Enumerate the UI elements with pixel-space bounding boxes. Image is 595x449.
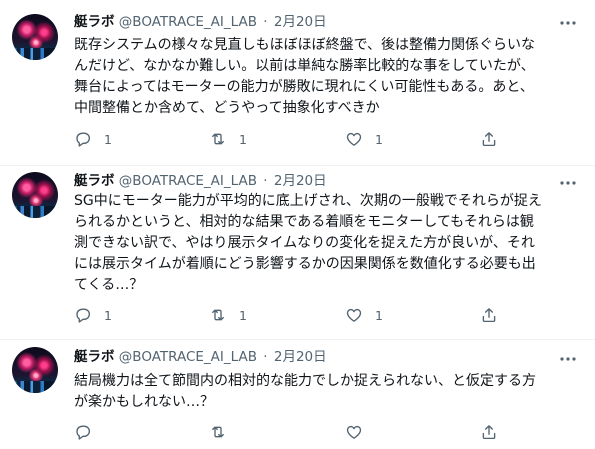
more-options-button[interactable] (559, 350, 577, 368)
separator-dot: · (263, 14, 268, 30)
tweet-text-line: SG中にモーター能力が平均的に底上げされ、次期の一般戦でそれらが捉え (74, 193, 542, 209)
avatar[interactable] (12, 347, 58, 393)
tweet-text-line: 測できない訳で、やはり展示タイムなりの変化を捉えた方が良いが、それ (74, 235, 535, 251)
timestamp[interactable]: 2月20日 (274, 173, 327, 189)
author-handle[interactable]: @BOATRACE_AI_LAB (119, 14, 257, 30)
retweet-icon (212, 309, 224, 321)
tweet-text: 既存システムの様々な見直しもほぼほぼ終盤で、後は整備力関係ぐらいな んだけど、な… (74, 35, 584, 119)
share-upload-icon (482, 132, 496, 147)
retweet-icon (212, 133, 224, 145)
tweet-actions: 1 1 1 (74, 129, 504, 149)
reply-bubble-icon (76, 425, 91, 440)
separator-dot: · (263, 349, 268, 365)
author-name[interactable]: 艇ラボ (74, 173, 115, 189)
share-button[interactable] (480, 129, 498, 149)
like-button[interactable]: 1 (345, 129, 383, 149)
tweet-header: 艇ラボ @BOATRACE_AI_LAB · 2月20日 (74, 172, 327, 190)
tweet[interactable]: 艇ラボ @BOATRACE_AI_LAB · 2月20日 SG中にモーター能力が… (0, 166, 595, 340)
reply-bubble-icon (76, 308, 91, 323)
tweet-text-line: 既存システムの様々な見直しもほぼほぼ終盤で、後は整備力関係ぐらいな (74, 37, 536, 53)
reply-button[interactable]: 1 (74, 129, 112, 149)
retweet-count: 1 (239, 131, 247, 147)
tweet[interactable]: 艇ラボ @BOATRACE_AI_LAB · 2月20日 既存システムの様々な見… (0, 0, 595, 166)
reply-button[interactable] (74, 422, 104, 442)
tweet-actions: 1 1 1 (74, 305, 504, 325)
tweet-text-line: んだけど、なかなか難しい。以前は単純な勝率比較的な事をしていたが、 (74, 58, 535, 74)
more-horizontal-icon (560, 21, 576, 25)
like-count: 1 (375, 307, 383, 323)
reply-count: 1 (104, 307, 112, 323)
reply-count: 1 (104, 131, 112, 147)
reply-bubble-icon (76, 132, 91, 147)
tweet-actions (74, 422, 504, 442)
share-upload-icon (482, 308, 496, 323)
timestamp[interactable]: 2月20日 (274, 14, 327, 30)
tweet-text-line: 結局機力は全て節間内の相対的な能力でしか捉えられない、と仮定する方 (74, 373, 536, 389)
like-count: 1 (375, 131, 383, 147)
tweet-text-line: 舞台によってはモーターの能力が勝敗に現れにくい可能性もある。あと、 (74, 79, 534, 95)
timestamp[interactable]: 2月20日 (274, 349, 327, 365)
tweet-text: 結局機力は全て節間内の相対的な能力でしか捉えられない、と仮定する方 が楽かもしれ… (74, 371, 584, 413)
retweet-icon (212, 426, 224, 438)
like-button[interactable] (345, 422, 375, 442)
separator-dot: · (263, 173, 268, 189)
more-horizontal-icon (560, 181, 576, 185)
like-button[interactable]: 1 (345, 305, 383, 325)
tweet-text-line: られるかというと、相対的な結果である着順をモニターしてもそれらは観 (74, 214, 534, 230)
share-button[interactable] (480, 422, 498, 442)
tweet[interactable]: 艇ラボ @BOATRACE_AI_LAB · 2月20日 結局機力は全て節間内の… (0, 340, 595, 449)
author-handle[interactable]: @BOATRACE_AI_LAB (119, 173, 257, 189)
author-handle[interactable]: @BOATRACE_AI_LAB (119, 349, 257, 365)
author-name[interactable]: 艇ラボ (74, 349, 115, 365)
heart-icon (346, 425, 362, 439)
tweet-text-line: には展示タイムが着順にどう影響するかの因果関係を数値化する必要も出 (74, 256, 536, 272)
retweet-button[interactable] (209, 422, 239, 442)
tweet-text-line: てくる…？ (74, 277, 144, 293)
more-horizontal-icon (560, 357, 576, 361)
tweet-text: SG中にモーター能力が平均的に底上げされ、次期の一般戦でそれらが捉え られるかと… (74, 191, 584, 296)
tweet-header: 艇ラボ @BOATRACE_AI_LAB · 2月20日 (74, 348, 327, 366)
avatar[interactable] (12, 14, 58, 60)
heart-icon (346, 132, 362, 146)
author-name[interactable]: 艇ラボ (74, 14, 115, 30)
reply-button[interactable]: 1 (74, 305, 112, 325)
tweet-text-line: が楽かもしれない…？ (74, 394, 214, 410)
retweet-button[interactable]: 1 (209, 129, 247, 149)
retweet-button[interactable]: 1 (209, 305, 247, 325)
more-options-button[interactable] (559, 14, 577, 32)
tweet-header: 艇ラボ @BOATRACE_AI_LAB · 2月20日 (74, 13, 327, 31)
avatar[interactable] (12, 172, 58, 218)
share-upload-icon (482, 425, 496, 440)
more-options-button[interactable] (559, 174, 577, 192)
tweet-text-line: 中間整備とか含めて、どうやって抽象化すべきか (74, 100, 380, 116)
share-button[interactable] (480, 305, 498, 325)
heart-icon (346, 308, 362, 322)
retweet-count: 1 (239, 307, 247, 323)
